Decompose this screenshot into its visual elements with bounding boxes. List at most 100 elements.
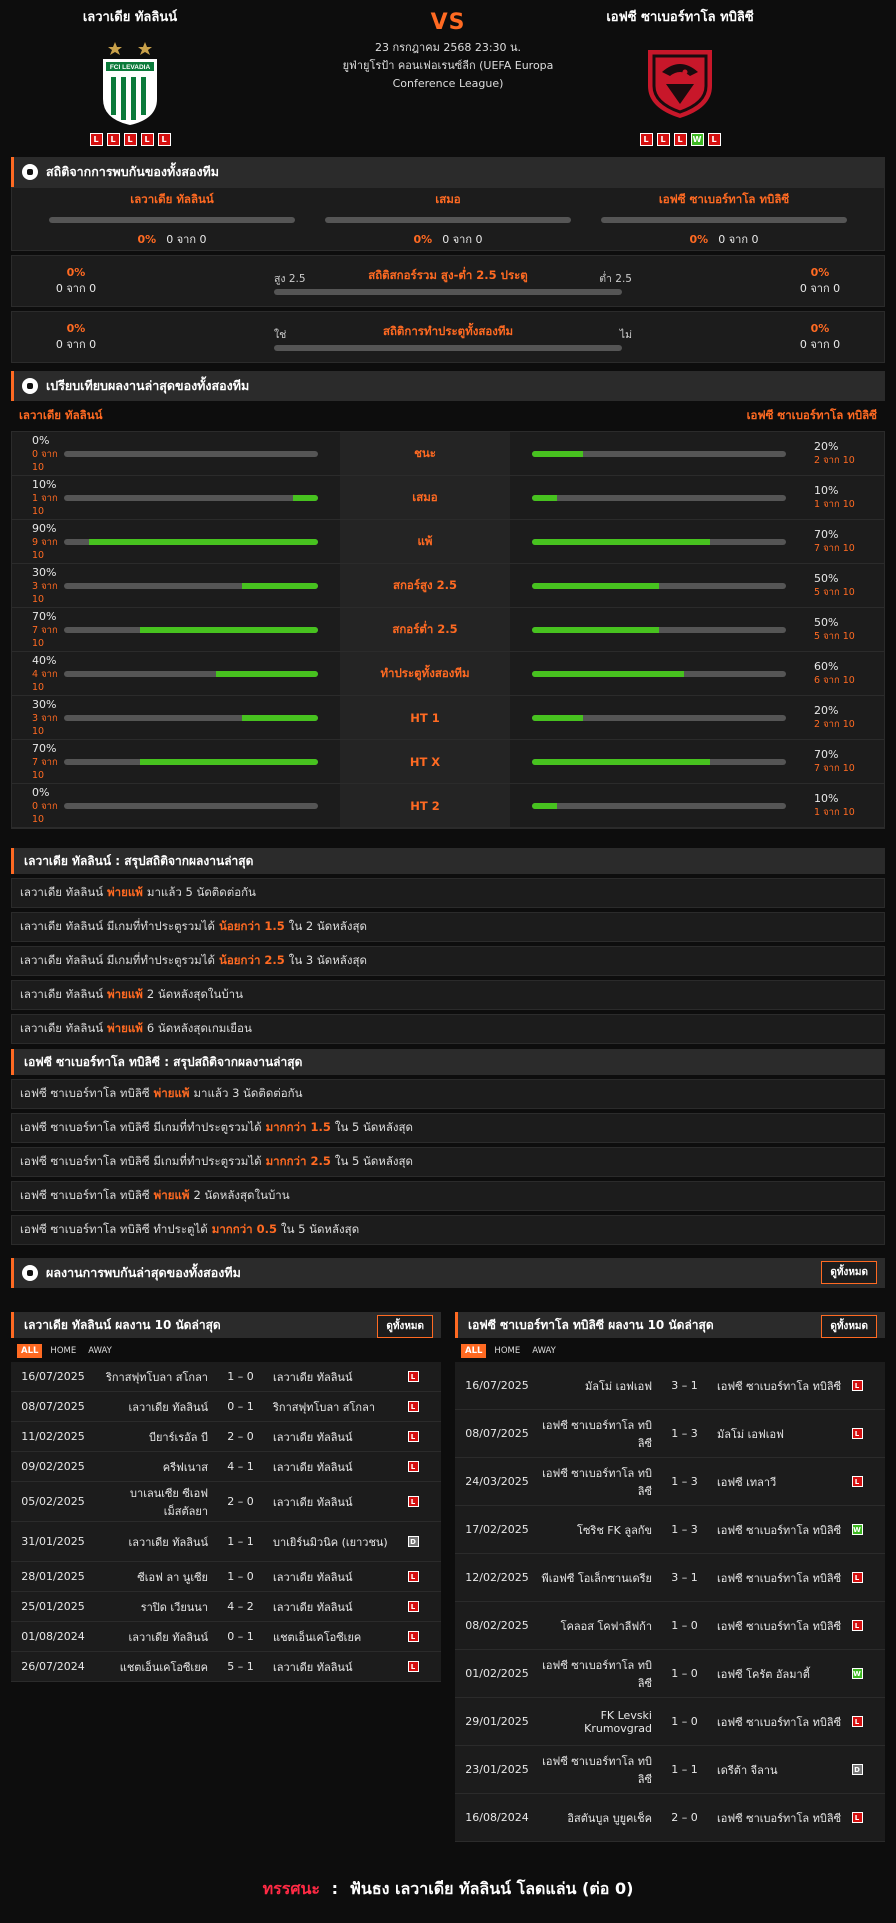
result-row[interactable]: 17/02/2025 โซริช FK ลูลกัข 1 – 3 เอฟซี ซาเบ… <box>455 1506 885 1554</box>
btts-bar <box>274 345 622 351</box>
compare-left-pct: 30% <box>32 698 57 711</box>
compare-left-pct: 30% <box>32 566 57 579</box>
result-date: 05/02/2025 <box>21 1495 85 1508</box>
compare-left-bar-wrap <box>64 564 318 607</box>
h2h-over-under: 0% 0 จาก 0 สูง 2.5 ต่ำ 2.5 สถิติสกอร์รวม … <box>11 255 885 307</box>
result-score: 1 – 0 <box>671 1667 698 1680</box>
compare-left-pct: 70% <box>32 742 57 755</box>
compare-left-bar <box>64 802 318 809</box>
tab-home[interactable]: HOME <box>46 1344 80 1358</box>
h2h-section: สถิติจากการพบกันของทั้งสองทีม เลวาเดีย ท… <box>11 157 885 363</box>
result-row[interactable]: 11/02/2025 บียาร์เรอัล บี 2 – 0 เลวาเดีย ทั… <box>11 1422 441 1452</box>
away-recent-rows: 16/07/2025 มัลโม่ เอฟเอฟ 3 – 1 เอฟซี ซาเบอร… <box>455 1362 885 1842</box>
result-away-team: บาเยิร์นมิวนิค (เยาวชน) <box>273 1535 388 1549</box>
result-badge: D <box>851 1764 863 1775</box>
result-away-team: เลวาเดีย ทัลลินน์ <box>273 1370 353 1384</box>
compare-metric-label: สกอร์สูง 2.5 <box>340 564 510 607</box>
result-row[interactable]: 31/01/2025 เลวาเดีย ทัลลินน์ 1 – 1 บาเยิร์น… <box>11 1522 441 1562</box>
away-recent: เอฟซี ซาเบอร์ทาโล ทบิลิซี ผลงาน 10 นัดล่… <box>455 1312 885 1842</box>
compare-team-names: เลวาเดีย ทัลลินน์ เอฟซี ซาเบอร์ทาโล ทบิล… <box>11 401 885 431</box>
tab-all[interactable]: ALL <box>17 1344 43 1358</box>
summary-line-suffix: มาแล้ว 3 นัดติดต่อกัน <box>193 1086 303 1100</box>
compare-left-bar-fill <box>292 494 318 501</box>
result-row[interactable]: 09/02/2025 ครีฟเนาส 4 – 1 เลวาเดีย ทัลลินน์… <box>11 1452 441 1482</box>
result-row[interactable]: 16/07/2025 ริกาสฟุทโบลา สโกลา 1 – 0 เลวาเดี… <box>11 1362 441 1392</box>
h2h-col-values: 0% 0 จาก 0 <box>325 230 571 248</box>
summary-line: เลวาเดีย ทัลลินน์ มีเกมที่ทำประตูรวมได้น… <box>11 946 885 976</box>
result-row[interactable]: 08/07/2025 เอฟซี ซาเบอร์ทาโล ทบิลิซี 1 – 3… <box>455 1410 885 1458</box>
result-outcome: L <box>847 1380 867 1391</box>
result-home-team: เลวาเดีย ทัลลินน์ <box>128 1630 208 1644</box>
result-row[interactable]: 25/01/2025 ราปิด เวียนนา 4 – 2 เลวาเดีย ทัล… <box>11 1592 441 1622</box>
h2h-col-bar <box>601 216 847 223</box>
result-badge: L <box>851 1380 863 1391</box>
compare-left-value: 40% 4 จาก 10 <box>12 652 64 695</box>
compare-right-value: 10% 1 จาก 10 <box>786 784 856 827</box>
result-row[interactable]: 12/02/2025 พีเอฟซี โอเล็กซานเดรีย 3 – 1 เอฟ… <box>455 1554 885 1602</box>
tab-away[interactable]: AWAY <box>84 1344 116 1358</box>
compare-right-count: 7 จาก 10 <box>814 542 855 554</box>
compare-right-pct: 20% <box>814 439 839 453</box>
tab-all[interactable]: ALL <box>461 1344 487 1358</box>
result-row[interactable]: 16/07/2025 มัลโม่ เอฟเอฟ 3 – 1 เอฟซี ซาเบอร… <box>455 1362 885 1410</box>
result-away-team: เอฟซี ซาเบอร์ทาโล ทบิลิซี <box>717 1715 842 1729</box>
result-row[interactable]: 16/08/2024 อิสตันบูล บูยูคเช็ค 2 – 0 เอฟซี … <box>455 1794 885 1842</box>
form-badge: L <box>656 133 670 146</box>
away-team[interactable]: เอฟซี ซาเบอร์ทาโล ทบิลิซี LLLWL <box>570 6 790 146</box>
result-score: 2 – 0 <box>671 1811 698 1824</box>
compare-right-bar-fill <box>532 802 558 809</box>
result-row[interactable]: 01/08/2024 เลวาเดีย ทัลลินน์ 0 – 1 แชตเอ็นเ… <box>11 1622 441 1652</box>
compare-right-bar-wrap <box>532 608 786 651</box>
ou-title: สถิติสกอร์รวม สูง-ต่ำ 2.5 ประตู <box>368 268 528 282</box>
result-home-team: เอฟซี ซาเบอร์ทาโล ทบิลิซี <box>542 1418 652 1450</box>
h2h-col-count: 0 จาก 0 <box>442 232 483 246</box>
result-badge: L <box>407 1601 419 1612</box>
compare-section: เปรียบเทียบผลงานล่าสุดของทั้งสองทีม เลวา… <box>11 371 885 829</box>
result-score: 5 – 1 <box>227 1660 254 1673</box>
result-row[interactable]: 01/02/2025 เอฟซี ซาเบอร์ทาโล ทบิลิซี 1 – 0… <box>455 1650 885 1698</box>
ou-left-count: 0 จาก 0 <box>55 281 97 295</box>
compare-left-count: 0 จาก 10 <box>32 801 58 825</box>
result-badge: W <box>851 1524 863 1535</box>
home-team[interactable]: เลวาเดีย ทัลลินน์ FCI LEVADIA LLLLL <box>20 6 240 146</box>
result-score: 3 – 1 <box>671 1571 698 1584</box>
result-row[interactable]: 23/01/2025 เอฟซี ซาเบอร์ทาโล ทบิลิซี 1 – 1… <box>455 1746 885 1794</box>
compare-metric-label: HT 2 <box>340 784 510 827</box>
result-date: 11/02/2025 <box>21 1430 85 1443</box>
h2h-col: เสมอ 0% 0 จาก 0 <box>310 191 586 248</box>
h2h-col-pct: 0% <box>689 232 709 246</box>
result-score: 2 – 0 <box>227 1495 254 1508</box>
result-outcome: W <box>847 1668 867 1679</box>
ou-left-pct: 0% <box>66 265 86 279</box>
compare-left-bar-fill <box>140 626 318 633</box>
result-away-team: เลวาเดีย ทัลลินน์ <box>273 1460 353 1474</box>
tab-away[interactable]: AWAY <box>528 1344 560 1358</box>
result-row[interactable]: 28/01/2025 ซีเอฟ ลา นูเซีย 1 – 0 เลวาเดีย ท… <box>11 1562 441 1592</box>
summary-line: เอฟซี ซาเบอร์ทาโล ทบิลิซี ทำประตูได้ มากก… <box>11 1215 885 1245</box>
result-row[interactable]: 05/02/2025 บาเลนเซีย ซีเอฟ เม็สตัลยา 2 – 0… <box>11 1482 441 1522</box>
compare-left-bar-fill <box>241 582 318 589</box>
result-row[interactable]: 08/02/2025 โคลอส โคฟาลีฟก้า 1 – 0 เอฟซี ซาเ… <box>455 1602 885 1650</box>
tip-text: ฟันธง เลวาเดีย ทัลลินน์ โลดแล่น (ต่อ 0) <box>349 1879 634 1898</box>
prediction-tip: ทรรศนะ : ฟันธง เลวาเดีย ทัลลินน์ โลดแล่น… <box>0 1877 896 1902</box>
result-row[interactable]: 24/03/2025 เอฟซี ซาเบอร์ทาโล ทบิลิซี 1 – 3… <box>455 1458 885 1506</box>
result-outcome: W <box>847 1524 867 1535</box>
result-row[interactable]: 08/07/2025 เลวาเดีย ทัลลินน์ 0 – 1 ริกาสฟุท… <box>11 1392 441 1422</box>
result-score: 4 – 1 <box>227 1460 254 1473</box>
compare-right-bar-wrap <box>532 784 786 827</box>
home-view-all-button[interactable]: ดูทั้งหมด <box>377 1315 433 1338</box>
result-row[interactable]: 29/01/2025 FK Levski Krumovgrad 1 – 0 เอฟซี… <box>455 1698 885 1746</box>
result-row[interactable]: 26/07/2024 แชตเอ็นเคโอซีเยค 5 – 1 เลวาเดีย … <box>11 1652 441 1682</box>
summary-line-highlight: พ่ายแพ้ <box>107 885 143 899</box>
compare-right-value: 70% 7 จาก 10 <box>786 520 856 563</box>
recent-header: ผลงานการพบกันล่าสุดของทั้งสองทีม ดูทั้งห… <box>11 1258 885 1288</box>
compare-row: 10% 1 จาก 10 เสมอ 10% 1 จาก 10 <box>12 476 884 520</box>
result-away-team: เอฟซี เทลาวี <box>717 1475 777 1489</box>
compare-right-value: 50% 5 จาก 10 <box>786 608 856 651</box>
result-outcome: L <box>403 1371 423 1382</box>
away-view-all-button[interactable]: ดูทั้งหมด <box>821 1315 877 1338</box>
compare-left-bar-wrap <box>64 608 318 651</box>
tab-home[interactable]: HOME <box>490 1344 524 1358</box>
view-all-button[interactable]: ดูทั้งหมด <box>821 1261 877 1284</box>
summary-line-highlight: พ่ายแพ้ <box>153 1086 190 1100</box>
